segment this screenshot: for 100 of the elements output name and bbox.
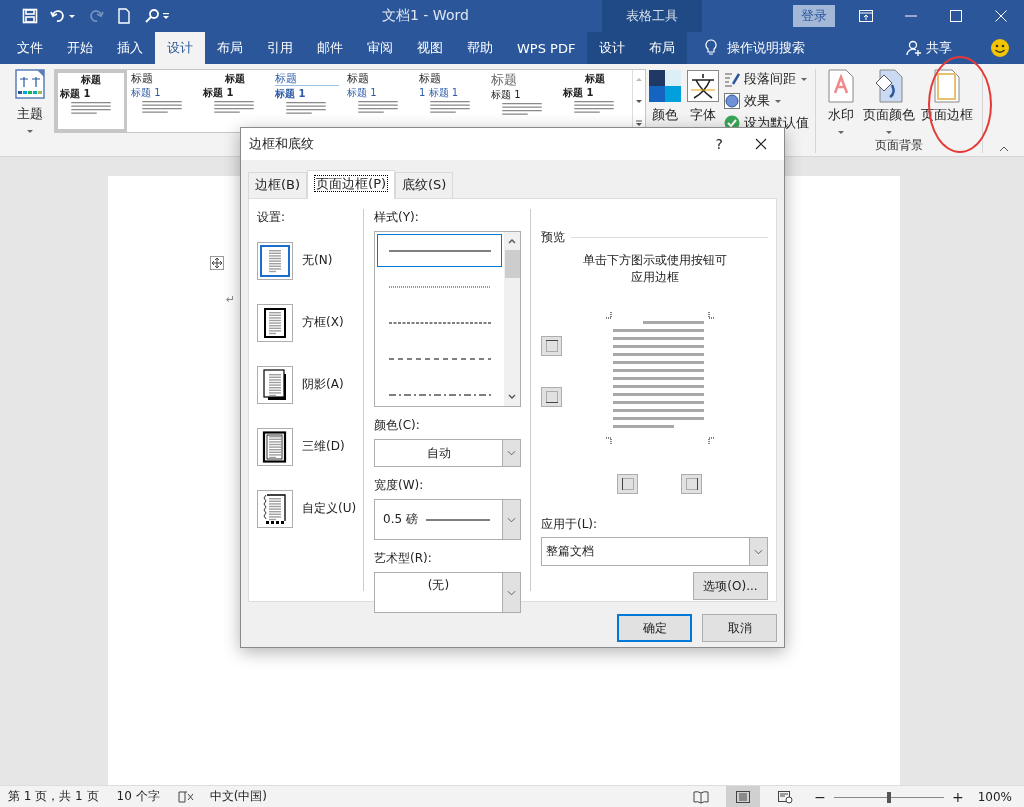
zoom-in-button[interactable]: + [947, 788, 968, 805]
more-styles-icon[interactable] [634, 118, 644, 128]
table-move-handle-icon[interactable] [210, 256, 224, 270]
ribbon-tab[interactable]: 邮件 [305, 32, 355, 64]
dialog-tab[interactable]: 页面边框(P) [307, 170, 396, 199]
paragraph-spacing-button[interactable]: 段落间距 [724, 69, 809, 89]
options-button[interactable]: 选项(O)... [693, 572, 768, 600]
themes-button[interactable]: 主题 [12, 69, 48, 134]
collapse-ribbon-icon[interactable] [999, 146, 1009, 152]
scrollbar-thumb[interactable] [504, 250, 520, 278]
page-count[interactable]: 第 1 页，共 1 页 [8, 788, 99, 805]
search-icon[interactable] [144, 8, 160, 24]
zoom-slider-thumb[interactable] [886, 791, 891, 803]
shadow-border-option[interactable] [257, 365, 293, 404]
ribbon-tab[interactable]: 设计 [587, 32, 638, 64]
box-border-option[interactable] [257, 303, 293, 342]
zoom-level[interactable]: 100% [977, 789, 1012, 804]
thumbnail-title: 标题 [275, 73, 339, 86]
apply-to-dropdown[interactable]: 整篇文档 [541, 537, 768, 566]
caret-icon [774, 98, 782, 104]
bottom-border-button[interactable] [541, 387, 562, 407]
art-dropdown[interactable]: (无) [374, 572, 521, 613]
new-document-icon[interactable] [116, 8, 132, 24]
word-count[interactable]: 10 个字 [116, 788, 160, 805]
bordered-page-icon [262, 492, 288, 525]
right-border-button[interactable] [681, 474, 702, 494]
top-border-button[interactable] [541, 336, 562, 356]
setting-option-label[interactable]: 三维(D) [302, 438, 345, 455]
proofing-icon[interactable] [177, 789, 194, 804]
thumbnail-title: 标题 [419, 73, 442, 85]
style-thumbnail[interactable]: 标题 标题 1 [199, 70, 271, 132]
ribbon-tab[interactable]: 布局 [205, 32, 255, 64]
effects-button[interactable]: 效果 [724, 91, 809, 111]
style-thumbnail[interactable]: 标题 标题 1 [343, 70, 415, 132]
maximize-icon[interactable] [949, 10, 963, 22]
left-border-button[interactable] [617, 474, 638, 494]
setting-option-label[interactable]: 方框(X) [302, 314, 344, 331]
page-color-button[interactable]: 页面颜色 [860, 69, 918, 135]
ribbon-tab[interactable]: 开始 [55, 32, 105, 64]
ok-button[interactable]: 确定 [617, 614, 692, 642]
custom-border-option[interactable] [257, 489, 293, 528]
no-border-option[interactable] [257, 241, 293, 280]
ribbon-tab[interactable]: 设计 [155, 32, 205, 64]
ribbon-tab[interactable]: 视图 [405, 32, 455, 64]
language-indicator[interactable]: 中文(中国) [209, 788, 267, 805]
dialog-tab[interactable]: 底纹(S) [395, 172, 454, 198]
caret-icon [837, 130, 845, 135]
style-thumbnail[interactable]: 标题 1 标题 1 [415, 70, 487, 132]
watermark-icon [825, 69, 857, 103]
print-layout-button[interactable] [726, 786, 761, 807]
colors-button[interactable]: 颜色 [646, 69, 684, 135]
ribbon-tab[interactable]: 帮助 [455, 32, 505, 64]
smiley-icon[interactable] [990, 38, 1010, 58]
apply-to-label: 应用于(L): [541, 516, 599, 533]
watermark-button[interactable]: 水印 [822, 69, 860, 135]
setting-option-label[interactable]: 无(N) [302, 252, 333, 269]
share-button[interactable]: 共享 [906, 32, 952, 64]
zoom-out-button[interactable]: − [810, 788, 830, 805]
zoom-slider[interactable] [833, 790, 944, 803]
setting-option-label[interactable]: 自定义(U) [302, 500, 357, 517]
cancel-button[interactable]: 取消 [702, 614, 777, 642]
width-dropdown[interactable]: 0.5 磅 [374, 499, 521, 540]
line-style-option[interactable] [377, 234, 502, 267]
line-sample-icon [388, 320, 491, 325]
help-button[interactable]: ? [715, 136, 723, 152]
ribbon-tab[interactable]: 插入 [105, 32, 155, 64]
style-thumbnail[interactable]: 标题 标题 1 [127, 70, 199, 132]
ribbon-display-icon[interactable] [859, 10, 873, 22]
ribbon-tab[interactable]: 审阅 [355, 32, 405, 64]
bordered-page-icon [262, 306, 288, 339]
chevron-down-icon [754, 548, 763, 555]
save-icon[interactable] [22, 8, 38, 24]
close-icon[interactable] [755, 138, 767, 150]
tell-me-search[interactable]: 操作说明搜索 [727, 39, 806, 57]
ribbon-tab[interactable]: WPS PDF [505, 32, 588, 64]
style-thumbnail[interactable]: 标题 标题 1 [559, 70, 631, 132]
sign-in-button[interactable]: 登录 [793, 5, 835, 27]
setting-option-label[interactable]: 阴影(A) [302, 376, 344, 393]
thumbnail-title: 标题 [585, 73, 605, 85]
caret-icon [26, 129, 34, 134]
ribbon-tab[interactable]: 文件 [5, 32, 55, 64]
chevron-down-icon [507, 589, 516, 596]
scroll-down-icon[interactable] [507, 393, 517, 401]
ribbon-tab[interactable]: 引用 [255, 32, 305, 64]
lightbulb-icon [705, 39, 718, 57]
style-thumbnail[interactable]: 标题 标题 1 [271, 70, 343, 132]
thumbnail-heading: 标题 1 [203, 87, 235, 99]
ribbon-tab[interactable]: 布局 [637, 32, 688, 64]
thumbnail-title: 标题 [81, 74, 101, 86]
color-dropdown[interactable]: 自动 [374, 439, 521, 467]
thumbnail-heading: 标题 1 [131, 87, 162, 99]
color-swatch-icon [649, 69, 681, 103]
line-sample-icon [388, 248, 491, 253]
thumbnail-title: 标题 [347, 73, 370, 85]
dialog-tab[interactable]: 边框(B) [248, 172, 308, 198]
undo-icon[interactable] [50, 8, 66, 24]
three-d-border-option[interactable] [257, 427, 293, 466]
style-thumbnail[interactable]: 标题 标题 1 [487, 70, 559, 132]
style-thumbnail[interactable]: 标题 标题 1 [55, 70, 127, 132]
scroll-up-icon[interactable] [507, 237, 517, 245]
